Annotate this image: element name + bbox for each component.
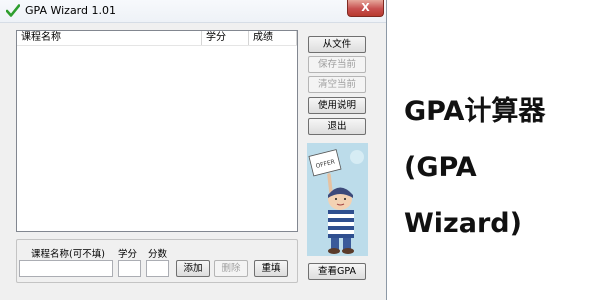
close-button[interactable]: X bbox=[347, 0, 384, 17]
credit-input[interactable] bbox=[118, 260, 141, 277]
save-current-button[interactable]: 保存当前 bbox=[308, 56, 366, 73]
column-header-credit[interactable]: 学分 bbox=[202, 31, 249, 45]
instructions-button[interactable]: 使用说明 bbox=[308, 97, 366, 114]
student-holding-sign-icon: OFFER bbox=[307, 143, 368, 256]
list-header: 课程名称 学分 成绩 bbox=[17, 31, 297, 46]
caption-text: GPA计算器 (GPA Wizard) bbox=[404, 84, 594, 252]
delete-button[interactable]: 删除 bbox=[214, 260, 248, 277]
app-window: GPA Wizard 1.01 X 课程名称 学分 成绩 从文件 保存当前 清空… bbox=[0, 0, 387, 300]
view-gpa-button[interactable]: 查看GPA bbox=[308, 263, 366, 280]
caption-line-1: GPA计算器 bbox=[404, 96, 546, 127]
window-title: GPA Wizard 1.01 bbox=[25, 4, 116, 17]
reset-button[interactable]: 重填 bbox=[254, 260, 288, 277]
score-label: 分数 bbox=[148, 249, 168, 260]
add-button[interactable]: 添加 bbox=[176, 260, 210, 277]
checkmark-icon bbox=[6, 4, 20, 17]
column-header-score[interactable]: 成绩 bbox=[249, 31, 297, 45]
exit-button[interactable]: 退出 bbox=[308, 118, 366, 135]
from-file-button[interactable]: 从文件 bbox=[308, 36, 366, 53]
credit-label: 学分 bbox=[118, 249, 138, 260]
course-name-input[interactable] bbox=[19, 260, 113, 277]
course-name-label: 课程名称(可不填) bbox=[31, 249, 105, 260]
clear-current-button[interactable]: 清空当前 bbox=[308, 76, 366, 93]
score-input[interactable] bbox=[146, 260, 169, 277]
caption-line-3: Wizard) bbox=[404, 208, 522, 239]
title-bar[interactable]: GPA Wizard 1.01 X bbox=[0, 0, 386, 23]
column-header-course-name[interactable]: 课程名称 bbox=[17, 31, 202, 45]
course-list[interactable]: 课程名称 学分 成绩 bbox=[16, 30, 298, 232]
mascot-illustration: OFFER bbox=[307, 143, 368, 256]
caption-line-2: (GPA bbox=[404, 152, 477, 183]
